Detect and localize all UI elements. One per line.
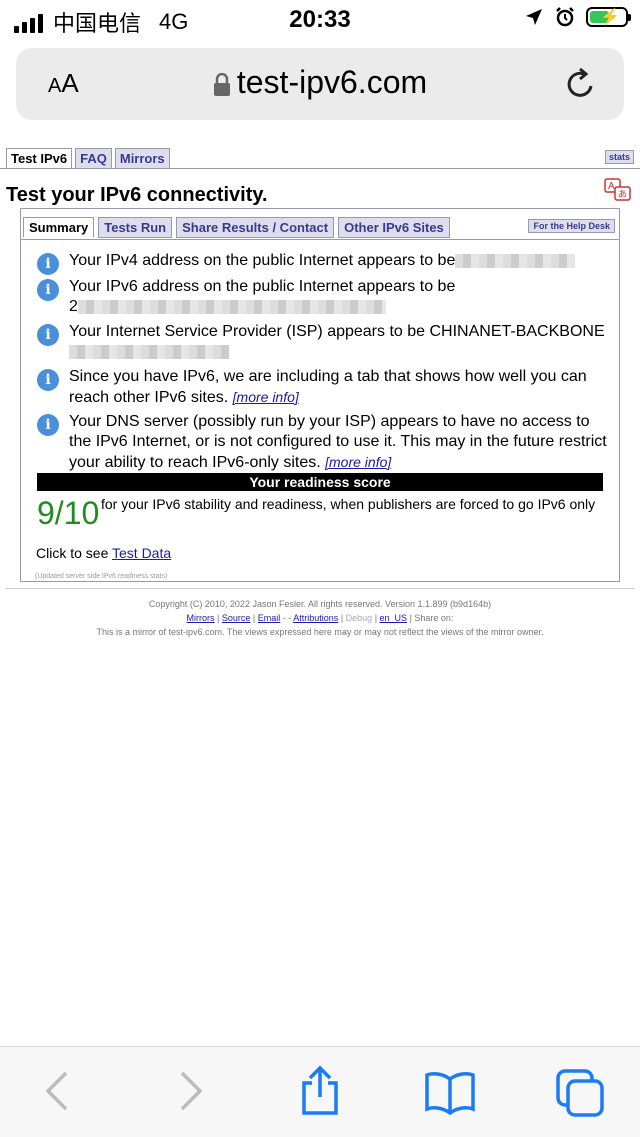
tab-tests-run[interactable]: Tests Run xyxy=(98,217,173,238)
updated-note: (Updated server side IPv6 readiness stat… xyxy=(35,573,168,580)
tab-test-ipv6[interactable]: Test IPv6 xyxy=(6,148,73,169)
browser-toolbar xyxy=(0,1046,640,1137)
divider xyxy=(0,168,640,169)
readiness-description: for your IPv6 stability and readiness, w… xyxy=(101,496,596,512)
svg-text:A: A xyxy=(608,181,615,192)
back-icon[interactable] xyxy=(42,1069,72,1113)
list-item: i Your IPv6 address on the public Intern… xyxy=(37,277,607,317)
forward-icon[interactable] xyxy=(176,1069,206,1113)
test-data-line: Click to see Test Data xyxy=(36,545,172,561)
info-icon: i xyxy=(37,279,59,301)
list-item: i Your IPv4 address on the public Intern… xyxy=(37,251,607,275)
translate-icon[interactable]: A あ xyxy=(604,178,632,202)
readiness-heading: Your readiness score xyxy=(37,473,603,491)
share-label: Share on: xyxy=(414,613,454,623)
url-text[interactable]: test-ipv6.com xyxy=(237,64,427,100)
status-bar: 中国电信 4G 20:33 ⚡ xyxy=(0,0,640,42)
attributions-link[interactable]: Attributions xyxy=(293,613,338,623)
more-info-link[interactable]: [more info] xyxy=(325,454,391,470)
help-desk-button[interactable]: For the Help Desk xyxy=(528,219,615,233)
test-data-link[interactable]: Test Data xyxy=(112,545,171,561)
page-title: Test your IPv6 connectivity. xyxy=(6,184,268,206)
info-icon: i xyxy=(37,253,59,275)
redacted-isp xyxy=(69,344,229,359)
info-icon: i xyxy=(37,414,59,436)
list-item: i Since you have IPv6, we are including … xyxy=(37,367,607,408)
site-tabs: Test IPv6 FAQ Mirrors xyxy=(6,148,170,169)
tab-summary[interactable]: Summary xyxy=(23,217,95,238)
reload-icon[interactable] xyxy=(564,66,598,102)
email-link[interactable]: Email xyxy=(258,613,281,623)
tab-share-results[interactable]: Share Results / Contact xyxy=(176,217,335,238)
address-bar[interactable]: AA test-ipv6.com xyxy=(16,48,624,120)
copyright-text: Copyright (C) 2010, 2022 Jason Fesler. A… xyxy=(148,599,492,609)
stats-button[interactable]: stats xyxy=(604,150,634,164)
mirrors-link[interactable]: Mirrors xyxy=(187,613,215,623)
location-icon xyxy=(526,9,542,25)
results-panel: Summary Tests Run Share Results / Contac… xyxy=(20,208,620,582)
info-icon: i xyxy=(37,324,59,346)
redacted-ipv4 xyxy=(455,253,576,268)
footer-divider xyxy=(6,588,634,589)
list-item: i Your Internet Service Provider (ISP) a… xyxy=(37,322,607,362)
tab-faq[interactable]: FAQ xyxy=(75,148,112,169)
alarm-icon xyxy=(556,7,574,27)
footer: Copyright (C) 2010, 2022 Jason Fesler. A… xyxy=(0,597,640,639)
battery-icon: ⚡ xyxy=(586,7,631,27)
tab-other-sites[interactable]: Other IPv6 Sites xyxy=(338,217,450,238)
tab-mirrors[interactable]: Mirrors xyxy=(114,148,170,169)
debug-link[interactable]: Debug xyxy=(346,613,373,623)
mirror-note: This is a mirror of test-ipv6.com. The v… xyxy=(96,627,544,637)
info-icon: i xyxy=(37,369,59,391)
locale-link[interactable]: en_US xyxy=(380,613,408,623)
bookmarks-icon[interactable] xyxy=(424,1071,476,1115)
share-icon[interactable] xyxy=(298,1065,342,1117)
list-item: i Your DNS server (possibly run by your … xyxy=(37,412,607,473)
source-link[interactable]: Source xyxy=(222,613,251,623)
svg-text:あ: あ xyxy=(618,189,627,200)
redacted-ipv6 xyxy=(77,299,386,314)
more-info-link[interactable]: [more info] xyxy=(233,389,299,405)
tabs-icon[interactable] xyxy=(556,1069,606,1119)
readiness-score: 9/10 xyxy=(37,495,100,531)
lock-icon xyxy=(213,72,230,96)
panel-divider xyxy=(21,239,619,240)
